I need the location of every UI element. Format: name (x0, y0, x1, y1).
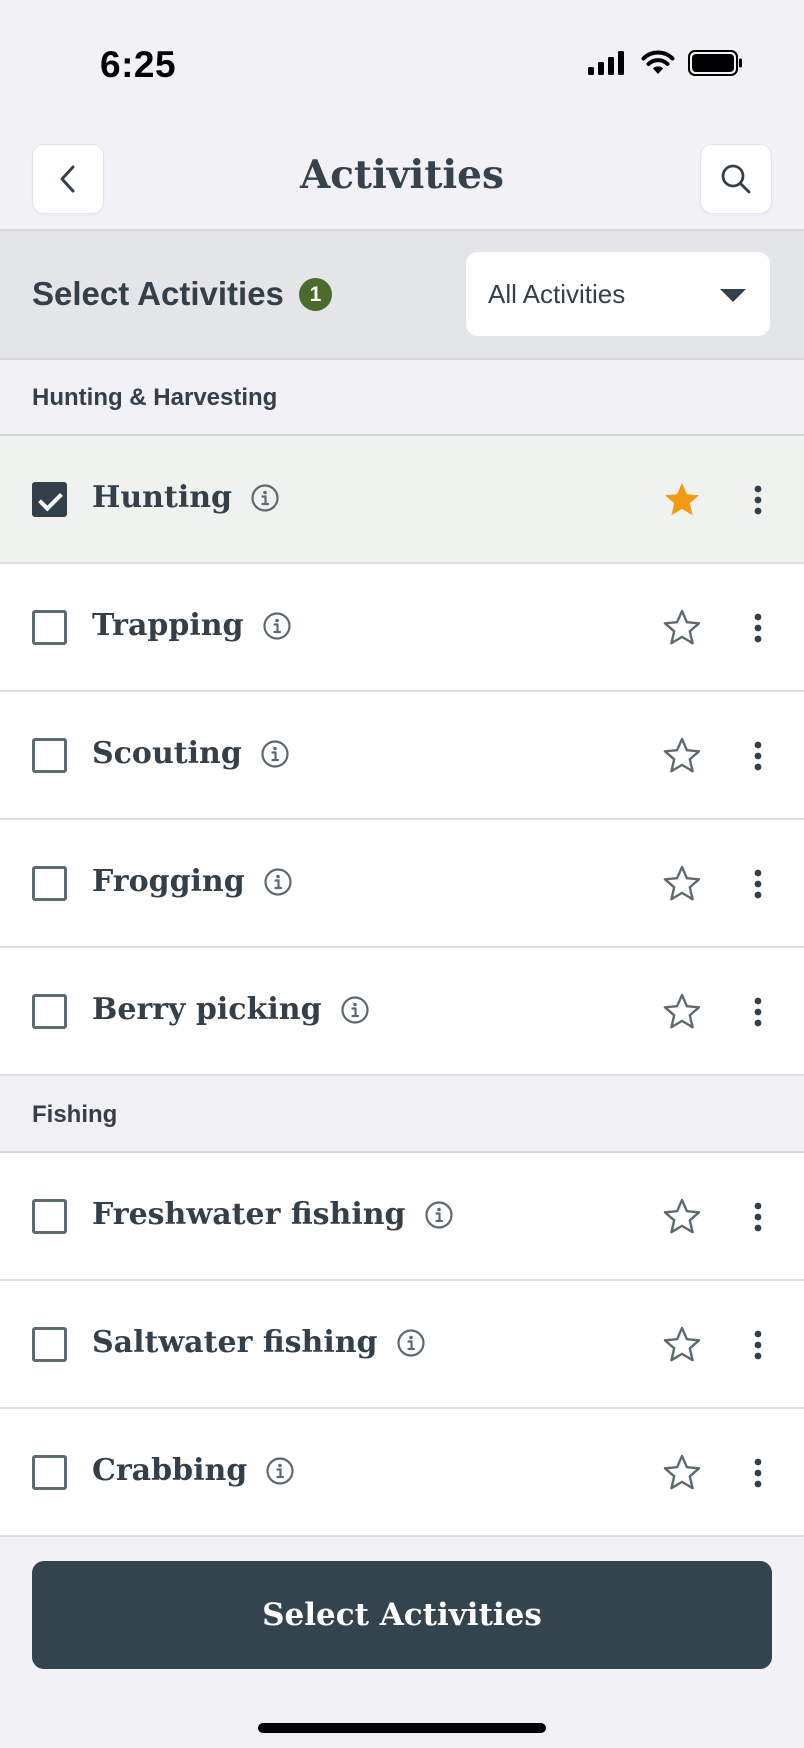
activity-row-scouting[interactable]: Scouting (0, 692, 804, 820)
info-icon[interactable] (263, 867, 293, 897)
section-header-hunting-harvesting: Hunting & Harvesting (0, 360, 804, 436)
more-vertical-icon[interactable] (744, 990, 772, 1034)
section-header-fishing: Fishing (0, 1077, 804, 1153)
info-icon[interactable] (340, 995, 370, 1025)
activity-row-berry-picking[interactable]: Berry picking (0, 948, 804, 1076)
more-vertical-icon[interactable] (744, 734, 772, 778)
activity-label: Saltwater fishing (92, 1325, 378, 1360)
activity-row-trapping[interactable]: Trapping (0, 564, 804, 692)
activity-row-frogging[interactable]: Frogging (0, 820, 804, 948)
activity-label: Crabbing (92, 1453, 248, 1488)
more-vertical-icon[interactable] (744, 1323, 772, 1367)
activity-label: Berry picking (92, 992, 322, 1027)
more-vertical-icon[interactable] (744, 1451, 772, 1495)
activity-label: Freshwater fishing (92, 1197, 406, 1232)
activity-checkbox[interactable] (32, 866, 67, 901)
more-vertical-icon[interactable] (744, 862, 772, 906)
activity-checkbox[interactable] (32, 738, 67, 773)
activity-label-container: Berry picking (92, 992, 370, 1027)
activity-filter-dropdown[interactable]: All Activities (466, 252, 770, 336)
info-icon[interactable] (396, 1328, 426, 1358)
activity-row-crabbing[interactable]: Crabbing (0, 1409, 804, 1537)
activity-label-container: Trapping (92, 608, 292, 643)
activity-label-container: Saltwater fishing (92, 1325, 426, 1360)
info-icon[interactable] (265, 1456, 295, 1486)
info-icon[interactable] (250, 483, 280, 513)
section-title: Fishing (32, 1101, 118, 1128)
cellular-signal-icon (588, 51, 624, 75)
search-icon (721, 164, 751, 194)
activity-row-saltwater-fishing[interactable]: Saltwater fishing (0, 1281, 804, 1409)
star-filled-icon[interactable] (662, 480, 702, 520)
select-activities-header: Select Activities 1 All Activities (0, 231, 804, 360)
activity-label: Hunting (92, 480, 233, 515)
page-title: Activities (300, 152, 504, 198)
status-time: 6:25 (100, 44, 177, 85)
star-outline-icon[interactable] (662, 1197, 702, 1237)
status-bar: 6:25 (0, 0, 804, 130)
activity-checkbox[interactable] (32, 994, 67, 1029)
status-icons (588, 50, 744, 76)
bottom-action-area: Select Activities (0, 1538, 804, 1748)
section-title: Hunting & Harvesting (32, 384, 278, 411)
activity-checkbox[interactable] (32, 610, 67, 645)
wifi-icon (641, 50, 675, 74)
activity-checkbox[interactable] (32, 1455, 67, 1490)
star-outline-icon[interactable] (662, 864, 702, 904)
activity-checkbox[interactable] (32, 1327, 67, 1362)
select-activities-title: Select Activities (32, 275, 284, 312)
info-icon[interactable] (260, 739, 290, 769)
navigation-bar: Activities (0, 130, 804, 231)
more-vertical-icon[interactable] (744, 478, 772, 522)
activity-row-hunting[interactable]: Hunting (0, 436, 804, 564)
info-icon[interactable] (262, 611, 292, 641)
more-vertical-icon[interactable] (744, 606, 772, 650)
activity-label-container: Scouting (92, 736, 290, 771)
activity-label-container: Hunting (92, 480, 280, 515)
selected-count-badge: 1 (299, 278, 332, 311)
activity-row-freshwater-fishing[interactable]: Freshwater fishing (0, 1153, 804, 1281)
activity-label: Frogging (92, 864, 245, 899)
activity-label: Scouting (92, 736, 242, 771)
activity-label-container: Frogging (92, 864, 293, 899)
star-outline-icon[interactable] (662, 1325, 702, 1365)
home-indicator (258, 1723, 546, 1733)
star-outline-icon[interactable] (662, 992, 702, 1032)
activity-checkbox[interactable] (32, 1199, 67, 1234)
activity-label-container: Crabbing (92, 1453, 295, 1488)
activity-label: Trapping (92, 608, 244, 643)
search-button[interactable] (700, 144, 772, 214)
battery-icon (688, 50, 742, 76)
select-activities-button[interactable]: Select Activities (32, 1561, 772, 1669)
activity-label-container: Freshwater fishing (92, 1197, 454, 1232)
star-outline-icon[interactable] (662, 608, 702, 648)
star-outline-icon[interactable] (662, 736, 702, 776)
star-outline-icon[interactable] (662, 1453, 702, 1493)
caret-down-icon (720, 289, 746, 302)
more-vertical-icon[interactable] (744, 1195, 772, 1239)
dropdown-value: All Activities (488, 279, 626, 309)
activity-checkbox[interactable] (32, 482, 67, 517)
info-icon[interactable] (424, 1200, 454, 1230)
